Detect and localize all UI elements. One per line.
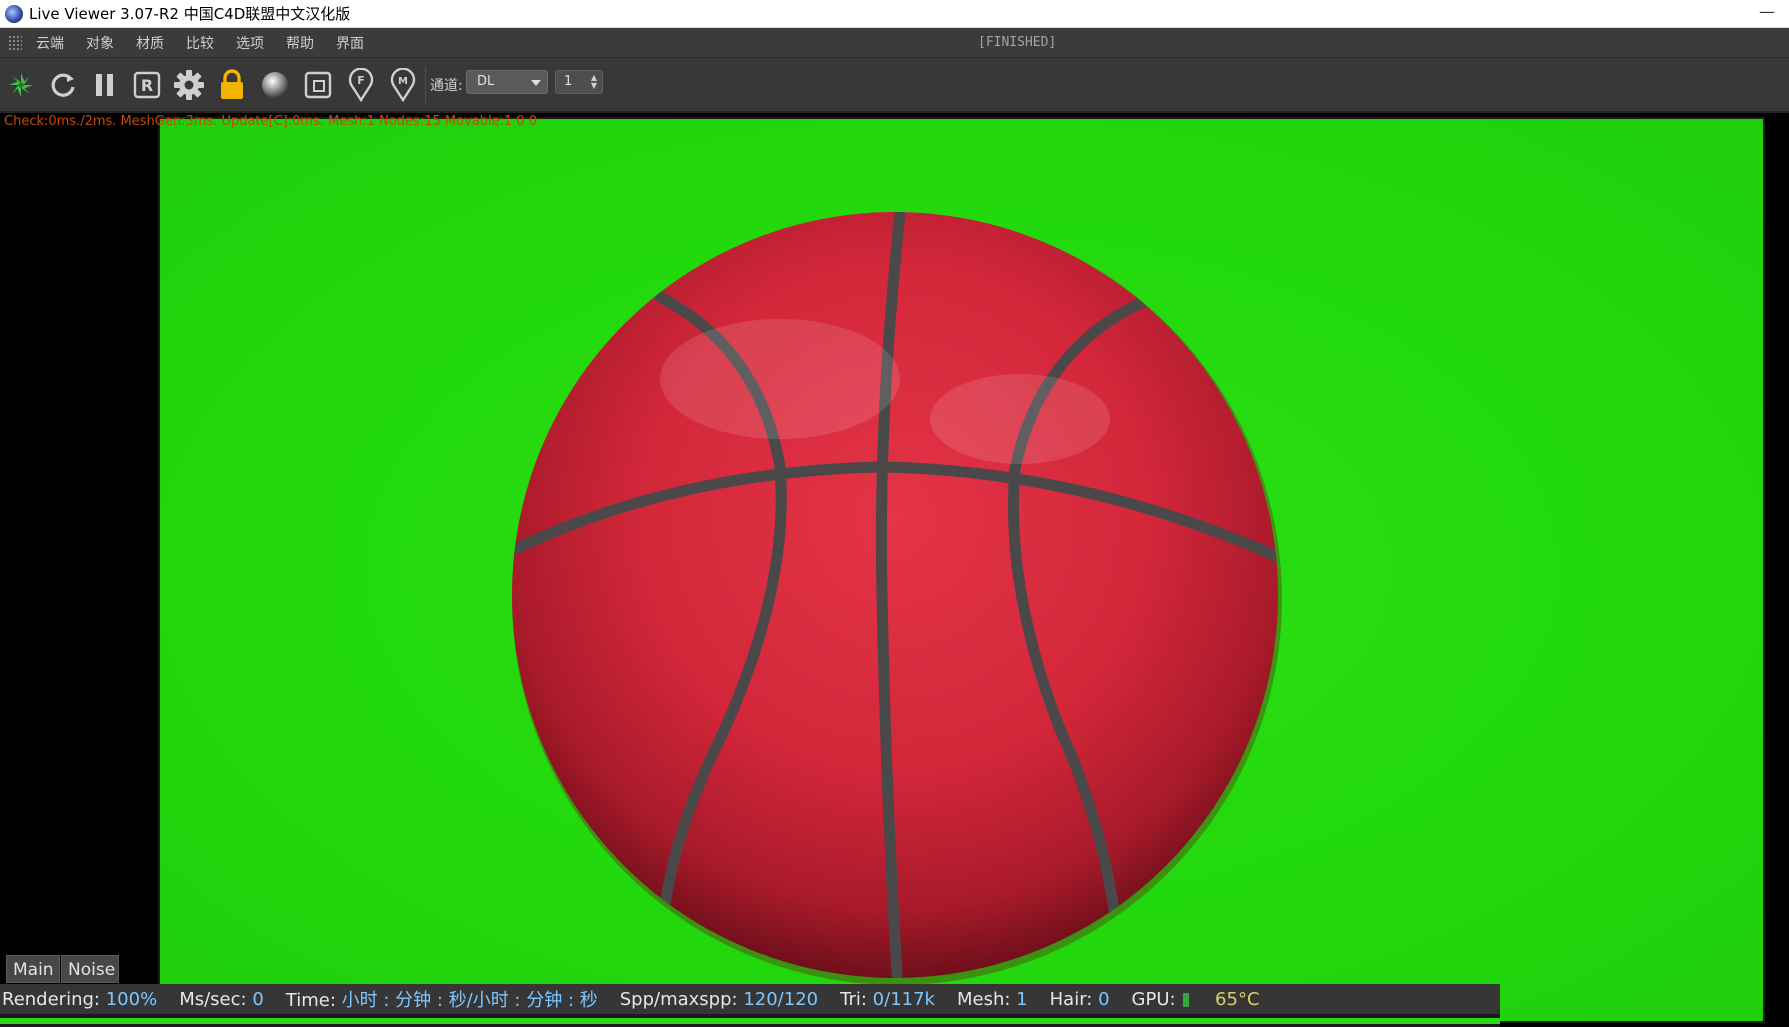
menu-options[interactable]: 选项 — [236, 33, 264, 53]
crop-frame-icon — [304, 71, 332, 99]
channel-select[interactable]: DL — [466, 70, 548, 94]
focus-pick-button[interactable]: F — [342, 66, 380, 104]
hair-value: 0 — [1098, 988, 1110, 1010]
menu-interface[interactable]: 界面 — [336, 33, 364, 53]
tri-label: Tri: — [840, 988, 867, 1010]
refresh-icon — [51, 73, 75, 97]
menu-bar: 云端 对象 材质 比较 选项 帮助 界面 [FINISHED] — [0, 28, 1789, 58]
mssec-value: 0 — [252, 988, 264, 1010]
channel-number-spinner[interactable]: 1 ▲ ▼ — [555, 70, 603, 94]
start-render-button[interactable] — [2, 66, 40, 104]
region-render-icon: R — [133, 71, 161, 99]
toolbar-separator — [425, 66, 426, 104]
status-gpu: GPU: 65°C — [1132, 989, 1260, 1010]
spinner-arrows-icon[interactable]: ▲ ▼ — [591, 74, 597, 90]
spp-value: 120/120 — [743, 988, 819, 1010]
status-tri: Tri: 0/117k — [840, 989, 935, 1010]
toolbar: R F M 通道: DL 1 ▲ ▼ — [0, 58, 1789, 113]
hair-label: Hair: — [1049, 988, 1093, 1010]
focus-pick-icon: F — [348, 68, 374, 102]
tri-value: 0/117k — [872, 988, 935, 1010]
settings-button[interactable] — [170, 66, 208, 104]
time-label: Time: — [285, 990, 336, 1011]
svg-text:M: M — [398, 76, 408, 87]
rendered-basketball-image — [512, 212, 1282, 985]
gpu-label: GPU: — [1131, 988, 1176, 1010]
rendering-label: Rendering: — [2, 988, 100, 1010]
cinema4d-logo-icon — [5, 4, 23, 23]
rendering-value: 100% — [105, 988, 158, 1010]
lock-button[interactable] — [213, 66, 251, 104]
render-progress-bar — [0, 1018, 1500, 1024]
render-status-text: [FINISHED] — [978, 35, 1057, 50]
region-render-button[interactable]: R — [128, 66, 166, 104]
status-rendering: Rendering: 100% — [2, 989, 157, 1010]
mesh-value: 1 — [1016, 988, 1028, 1010]
pause-icon — [96, 74, 113, 96]
chevron-down-icon — [531, 80, 541, 86]
gpu-temperature: 65°C — [1215, 988, 1260, 1010]
material-sphere-icon — [262, 72, 288, 98]
minimize-button[interactable]: — — [1759, 2, 1775, 21]
svg-text:R: R — [141, 76, 153, 95]
menu-cloud[interactable]: 云端 — [36, 33, 64, 53]
material-pick-icon: M — [390, 68, 416, 102]
mssec-label: Ms/sec: — [179, 988, 247, 1010]
material-pick-button[interactable]: M — [384, 66, 422, 104]
status-time: Time: 小时 : 分钟 : 秒/小时 : 分钟 : 秒 — [286, 986, 598, 1012]
material-preview-button[interactable] — [256, 66, 294, 104]
tab-noise[interactable]: Noise — [61, 955, 119, 983]
menu-compare[interactable]: 比较 — [186, 33, 214, 53]
status-hair: Hair: 0 — [1050, 989, 1110, 1010]
viewport-right-border — [1765, 113, 1789, 1027]
status-mssec: Ms/sec: 0 — [179, 989, 264, 1010]
spp-label: Spp/maxspp: — [619, 988, 738, 1010]
frame-toggle-button[interactable] — [299, 66, 337, 104]
render-debug-info: Check:0ms./2ms. MeshGen:3ms. Update[C]:0… — [4, 114, 538, 129]
svg-text:F: F — [357, 74, 365, 87]
mesh-label: Mesh: — [956, 988, 1011, 1010]
channel-select-value: DL — [477, 74, 495, 89]
menu-help[interactable]: 帮助 — [286, 33, 314, 53]
status-mesh: Mesh: 1 — [957, 989, 1028, 1010]
status-bar: Rendering: 100% Ms/sec: 0 Time: 小时 : 分钟 … — [0, 984, 1500, 1014]
grip-handle-icon[interactable] — [8, 34, 22, 51]
render-viewport[interactable] — [158, 117, 1765, 1023]
time-value: 小时 : 分钟 : 秒/小时 : 分钟 : 秒 — [341, 990, 598, 1011]
menu-objects[interactable]: 对象 — [86, 33, 114, 53]
tab-main[interactable]: Main — [6, 955, 60, 983]
live-viewer-window: Live Viewer 3.07-R2 中国C4D联盟中文汉化版 — 云端 对象… — [0, 0, 1789, 1027]
restart-render-button[interactable] — [44, 66, 82, 104]
gpu-usage-bar — [1183, 992, 1190, 1007]
window-title: Live Viewer 3.07-R2 中国C4D联盟中文汉化版 — [29, 5, 351, 23]
render-start-icon — [9, 73, 33, 97]
menu-materials[interactable]: 材质 — [136, 33, 164, 53]
pause-render-button[interactable] — [86, 66, 124, 104]
channel-label: 通道: — [430, 78, 463, 94]
lock-icon — [221, 69, 243, 99]
status-spp: Spp/maxspp: 120/120 — [620, 989, 818, 1010]
title-bar: Live Viewer 3.07-R2 中国C4D联盟中文汉化版 — — [0, 0, 1789, 28]
settings-gear-icon — [174, 70, 204, 100]
spinner-value: 1 — [564, 74, 573, 89]
